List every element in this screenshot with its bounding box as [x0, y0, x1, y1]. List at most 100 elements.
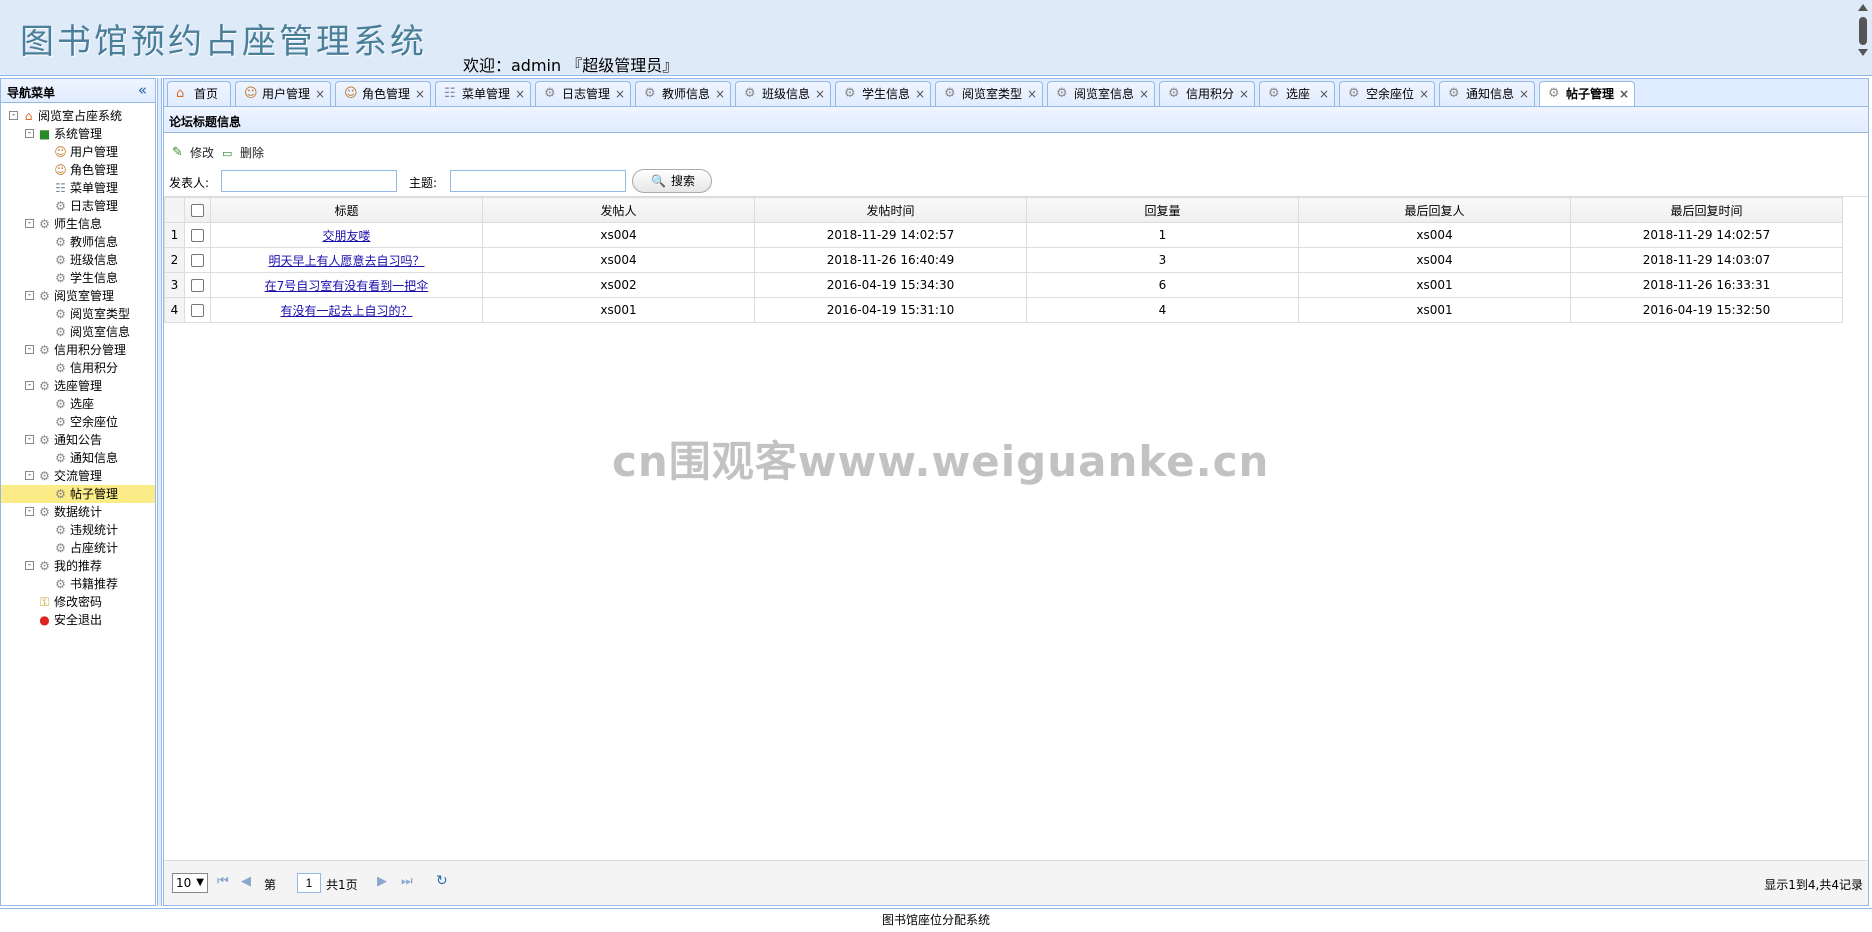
nav-item[interactable]: - ⚙ 通知公告 — [1, 431, 155, 449]
nav-item[interactable]: - ⚙ 阅览室管理 — [1, 287, 155, 305]
close-icon[interactable]: × — [1519, 82, 1529, 106]
nav-item[interactable]: - ⚙ 选座管理 — [1, 377, 155, 395]
nav-item[interactable]: - ⚙ 数据统计 — [1, 503, 155, 521]
poster-input[interactable] — [221, 170, 397, 192]
tree-toggle-icon[interactable]: - — [25, 471, 34, 480]
column-header[interactable]: 最后回复人 — [1298, 197, 1571, 223]
nav-item[interactable]: ⚙ 学生信息 — [1, 269, 155, 287]
scroll-up-icon[interactable] — [1858, 4, 1868, 11]
nav-item[interactable]: ⚙ 信用积分 — [1, 359, 155, 377]
tree-toggle-icon[interactable]: - — [25, 435, 34, 444]
close-icon[interactable]: × — [1027, 82, 1037, 106]
tab-item[interactable]: ⚙ 阅览室信息 × — [1047, 81, 1155, 107]
double-chevron-left-icon[interactable]: « — [138, 81, 147, 99]
scroll-thumb[interactable] — [1859, 17, 1867, 45]
tree-toggle-icon[interactable]: - — [25, 291, 34, 300]
close-icon[interactable]: × — [315, 82, 325, 106]
close-icon[interactable]: × — [1139, 82, 1149, 106]
table-row[interactable]: 3 在7号自习室有没有看到一把伞 xs002 2016-04-19 15:34:30 6… — [164, 272, 1843, 298]
nav-item[interactable]: ⚙ 班级信息 — [1, 251, 155, 269]
tab-item[interactable]: ☺ 角色管理 × — [335, 81, 431, 107]
column-header[interactable]: 最后回复时间 — [1570, 197, 1843, 223]
tree-toggle-icon[interactable]: - — [25, 219, 34, 228]
nav-item[interactable]: - ⚙ 我的推荐 — [1, 557, 155, 575]
nav-item[interactable]: ● 安全退出 — [1, 611, 155, 629]
panel-splitter[interactable] — [157, 78, 162, 906]
nav-item[interactable]: ⚙ 阅览室类型 — [1, 305, 155, 323]
tree-toggle-icon[interactable]: - — [25, 381, 34, 390]
nav-item[interactable]: ☺ 角色管理 — [1, 161, 155, 179]
tree-toggle-icon[interactable]: - — [25, 507, 34, 516]
post-title-link[interactable]: 交朋友喽 — [322, 229, 370, 243]
close-icon[interactable]: × — [1419, 82, 1429, 106]
first-page-icon[interactable]: ⏮ — [217, 874, 229, 889]
nav-item[interactable]: - ⚙ 交流管理 — [1, 467, 155, 485]
column-header[interactable]: 回复量 — [1026, 197, 1299, 223]
tab-item[interactable]: ⚙ 帖子管理 × — [1539, 81, 1635, 108]
tab-item[interactable]: ⚙ 空余座位 × — [1339, 81, 1435, 107]
tab-item[interactable]: ⚙ 学生信息 × — [835, 81, 931, 107]
tree-toggle-icon[interactable]: - — [25, 345, 34, 354]
scrollbar[interactable] — [1856, 2, 1870, 72]
post-title-link[interactable]: 明天早上有人愿意去自习吗？ — [268, 254, 424, 268]
next-page-icon[interactable]: ▶ — [377, 874, 387, 889]
tab-item[interactable]: ⚙ 教师信息 × — [635, 81, 731, 107]
row-checkbox[interactable] — [191, 254, 204, 267]
nav-item[interactable]: ⚙ 通知信息 — [1, 449, 155, 467]
nav-item[interactable]: - ⚙ 师生信息 — [1, 215, 155, 233]
close-icon[interactable]: × — [715, 82, 725, 106]
tab-item[interactable]: ⚙ 班级信息 × — [735, 81, 831, 107]
nav-item[interactable]: ⚙ 书籍推荐 — [1, 575, 155, 593]
tree-toggle-icon[interactable]: - — [9, 111, 18, 120]
close-icon[interactable]: × — [1319, 82, 1329, 106]
search-button[interactable]: 🔍 搜索 — [632, 169, 712, 193]
nav-item[interactable]: ⚙ 选座 — [1, 395, 155, 413]
column-header[interactable]: 发帖人 — [482, 197, 755, 223]
nav-item[interactable]: ☷ 菜单管理 — [1, 179, 155, 197]
last-page-icon[interactable]: ⏭ — [401, 874, 413, 889]
tab-item[interactable]: ⚙ 信用积分 × — [1159, 81, 1255, 107]
nav-item[interactable]: ⚙ 教师信息 — [1, 233, 155, 251]
select-all-checkbox[interactable] — [191, 204, 204, 217]
tab-item[interactable]: ⚙ 选座 × — [1259, 81, 1335, 107]
topic-input[interactable] — [450, 170, 626, 192]
tab-item[interactable]: ⚙ 日志管理 × — [535, 81, 631, 107]
close-icon[interactable]: × — [915, 82, 925, 106]
row-checkbox[interactable] — [191, 279, 204, 292]
refresh-icon[interactable]: ↻ — [436, 873, 448, 889]
nav-item[interactable]: ☺ 用户管理 — [1, 143, 155, 161]
nav-item[interactable]: ⚙ 空余座位 — [1, 413, 155, 431]
nav-item[interactable]: - ■ 系统管理 — [1, 125, 155, 143]
close-icon[interactable]: × — [515, 82, 525, 106]
tab-item[interactable]: ⌂ 首页 — [167, 81, 231, 107]
tab-item[interactable]: ⚙ 阅览室类型 × — [935, 81, 1043, 107]
tab-item[interactable]: ☺ 用户管理 × — [235, 81, 331, 107]
close-icon[interactable]: × — [415, 82, 425, 106]
page-number-input[interactable] — [297, 873, 321, 893]
close-icon[interactable]: × — [615, 82, 625, 106]
prev-page-icon[interactable]: ◀ — [241, 874, 251, 889]
tab-item[interactable]: ⚙ 通知信息 × — [1439, 81, 1535, 107]
nav-item[interactable]: - ⚙ 信用积分管理 — [1, 341, 155, 359]
edit-button[interactable]: ✎ 修改 — [172, 143, 214, 163]
column-header[interactable]: 发帖时间 — [754, 197, 1027, 223]
nav-item[interactable]: ⚿ 修改密码 — [1, 593, 155, 611]
post-title-link[interactable]: 在7号自习室有没有看到一把伞 — [265, 279, 429, 293]
close-icon[interactable]: × — [1619, 82, 1629, 106]
scroll-down-icon[interactable] — [1858, 49, 1868, 56]
post-title-link[interactable]: 有没有一起去上自习的？ — [280, 304, 412, 318]
nav-item[interactable]: ⚙ 日志管理 — [1, 197, 155, 215]
nav-item[interactable]: ⚙ 违规统计 — [1, 521, 155, 539]
table-row[interactable]: 4 有没有一起去上自习的？ xs001 2016-04-19 15:31:10 4 xs0… — [164, 297, 1843, 323]
tree-toggle-icon[interactable]: - — [25, 129, 34, 138]
tab-item[interactable]: ☷ 菜单管理 × — [435, 81, 531, 107]
table-row[interactable]: 1 交朋友喽 xs004 2018-11-29 14:02:57 1 xs004 2018-… — [164, 222, 1843, 248]
nav-item[interactable]: ⚙ 帖子管理 — [1, 485, 155, 503]
row-checkbox[interactable] — [191, 229, 204, 242]
table-row[interactable]: 2 明天早上有人愿意去自习吗？ xs004 2018-11-26 16:40:49 3 x… — [164, 247, 1843, 273]
delete-button[interactable]: ▭ 删除 — [222, 143, 268, 163]
tree-toggle-icon[interactable]: - — [25, 561, 34, 570]
page-size-select[interactable]: 10 ▼ — [172, 873, 208, 893]
close-icon[interactable]: × — [1239, 82, 1249, 106]
nav-item[interactable]: - ⌂ 阅览室占座系统 — [1, 107, 155, 125]
